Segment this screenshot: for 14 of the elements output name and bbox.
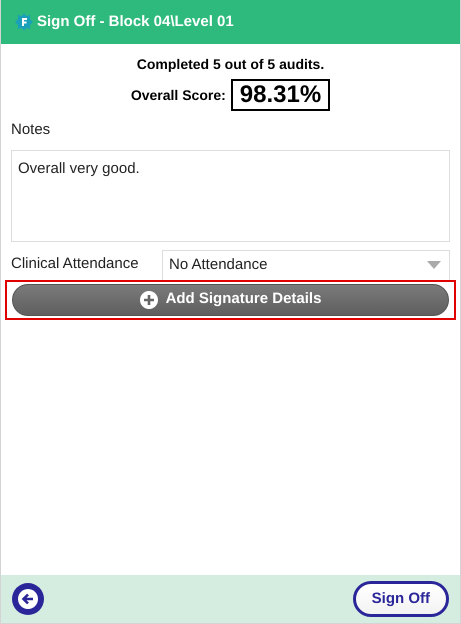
score-value: 98.31% bbox=[230, 79, 330, 111]
attendance-label: Clinical Attendance bbox=[11, 254, 140, 274]
back-button[interactable] bbox=[12, 583, 44, 615]
plus-icon bbox=[140, 290, 158, 308]
logo-icon bbox=[15, 13, 33, 31]
notes-label: Notes bbox=[11, 120, 52, 140]
sign-off-button[interactable]: Sign Off bbox=[352, 580, 449, 618]
caret-icon bbox=[427, 261, 441, 269]
completion-text: Completed 5 out of 5 audits. bbox=[136, 56, 324, 72]
window-title: Sign Off - Block 04\Level 01 bbox=[37, 12, 234, 32]
notes-field[interactable]: Overall very good. bbox=[11, 150, 450, 242]
attendance-dropdown[interactable]: No Attendance bbox=[162, 250, 450, 280]
add-signature-button[interactable]: Add Signature Details bbox=[12, 284, 449, 316]
score-label: Overall Score: bbox=[130, 86, 226, 104]
